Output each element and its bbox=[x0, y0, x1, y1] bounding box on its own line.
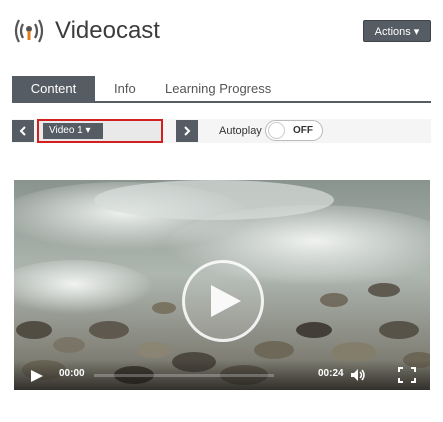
tab-content[interactable]: Content bbox=[12, 76, 95, 101]
video-select[interactable]: Video 1 ▾ bbox=[43, 123, 103, 139]
play-overlay-button[interactable] bbox=[182, 260, 264, 342]
header: Videocast Actions ▾ bbox=[12, 14, 431, 48]
autoplay-state: OFF bbox=[293, 125, 313, 136]
tab-info[interactable]: Info bbox=[114, 76, 136, 101]
toggle-knob bbox=[268, 122, 285, 139]
tab-learning-progress[interactable]: Learning Progress bbox=[165, 76, 271, 101]
video-player[interactable]: 00:00 00:24 bbox=[14, 180, 430, 390]
actions-button[interactable]: Actions ▾ bbox=[363, 20, 431, 42]
progress-bar[interactable] bbox=[94, 374, 274, 377]
chevron-left-icon bbox=[19, 126, 26, 136]
chevron-right-icon bbox=[184, 126, 191, 136]
autoplay-toggle[interactable]: OFF bbox=[265, 120, 323, 141]
fullscreen-icon[interactable] bbox=[398, 367, 416, 383]
autoplay-label: Autoplay bbox=[219, 125, 262, 137]
play-icon bbox=[211, 285, 241, 317]
tab-bar: Content Info Learning Progress bbox=[12, 76, 431, 103]
volume-icon[interactable] bbox=[350, 368, 366, 382]
broadcast-icon bbox=[12, 16, 46, 46]
next-video-button[interactable] bbox=[176, 120, 198, 142]
video-controls-toolbar: Video 1 ▾ Autoplay OFF bbox=[12, 119, 431, 143]
duration: 00:24 bbox=[318, 368, 344, 379]
video-select-highlight: Video 1 ▾ bbox=[37, 119, 163, 143]
play-icon[interactable] bbox=[30, 369, 44, 383]
current-time: 00:00 bbox=[59, 368, 85, 379]
player-control-bar: 00:00 00:24 bbox=[14, 360, 430, 390]
previous-video-button[interactable] bbox=[12, 120, 34, 142]
page-title: Videocast bbox=[55, 17, 160, 44]
